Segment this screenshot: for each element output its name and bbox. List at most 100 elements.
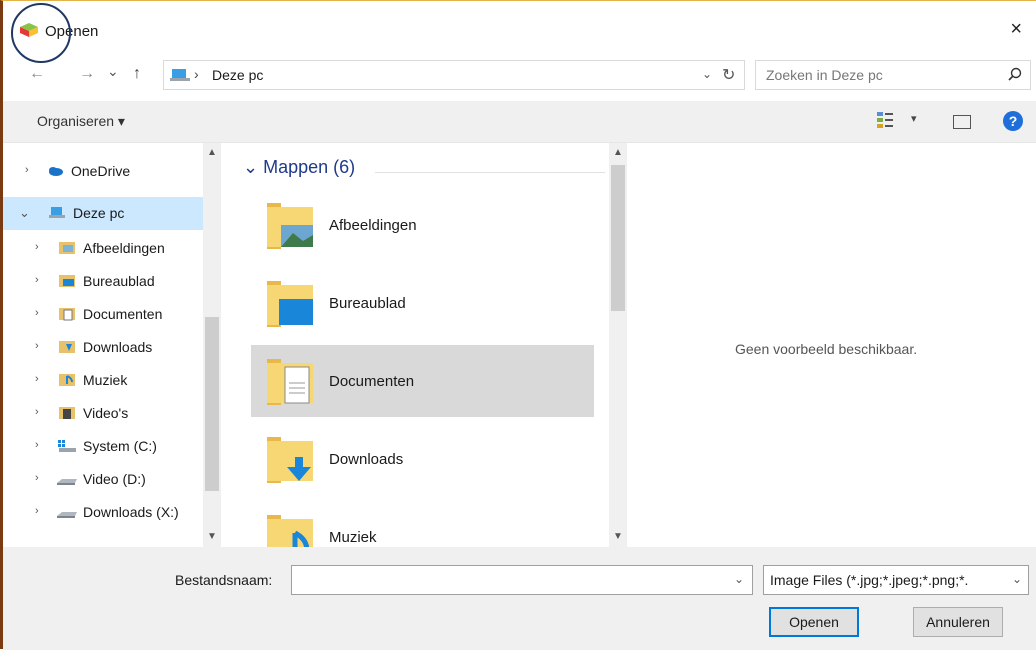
recent-locations-button[interactable]: ⌄ xyxy=(107,63,119,80)
music-folder-icon xyxy=(267,515,313,547)
sidebar-item-downloads[interactable]: › Downloads xyxy=(3,331,203,364)
pc-icon xyxy=(49,207,65,218)
breadcrumb-deze-pc[interactable]: Deze pc xyxy=(212,67,263,83)
downloads-icon xyxy=(59,341,75,353)
organise-menu[interactable]: Organiseren ▾ xyxy=(37,113,125,130)
folder-label: Downloads xyxy=(329,451,404,468)
desktop-icon xyxy=(59,275,75,287)
sidebar-item-label: Downloads xyxy=(83,339,153,355)
chevron-right-icon[interactable]: › xyxy=(35,505,39,517)
chevron-right-icon[interactable]: › xyxy=(35,373,39,385)
folder-label: Afbeeldingen xyxy=(329,217,417,234)
sidebar-item-muziek[interactable]: › Muziek xyxy=(3,364,203,397)
open-button[interactable]: Openen xyxy=(769,607,859,637)
folder-item-documenten[interactable]: Documenten xyxy=(251,345,594,417)
scrollbar-thumb[interactable] xyxy=(611,165,625,311)
sidebar-item-videos[interactable]: › Video's xyxy=(3,397,203,430)
pictures-icon xyxy=(59,242,75,254)
search-icon[interactable] xyxy=(1008,67,1022,81)
sidebar-item-system-c[interactable]: › System (C:) xyxy=(3,430,203,463)
scroll-down-icon[interactable]: ▼ xyxy=(613,531,623,542)
video-icon xyxy=(59,407,75,419)
scroll-down-icon[interactable]: ▼ xyxy=(207,531,217,542)
help-icon[interactable]: ? xyxy=(1003,111,1023,131)
chevron-down-icon[interactable]: ⌄ xyxy=(702,67,712,81)
sidebar-item-afbeeldingen[interactable]: › Afbeeldingen xyxy=(3,232,203,265)
forward-button[interactable]: → xyxy=(79,65,95,83)
drive-icon xyxy=(57,479,77,485)
group-header-mappen[interactable]: ⌄ Mappen (6) xyxy=(243,157,355,178)
scroll-up-icon[interactable]: ▲ xyxy=(207,147,217,158)
folder-item-downloads[interactable]: Downloads xyxy=(251,423,594,495)
chevron-right-icon[interactable]: › xyxy=(35,241,39,253)
chevron-right-icon[interactable]: › xyxy=(35,340,39,352)
sidebar-item-label: Bureaublad xyxy=(83,273,155,289)
chevron-right-icon[interactable]: › xyxy=(35,472,39,484)
pc-icon xyxy=(170,69,190,81)
chevron-right-icon[interactable]: › xyxy=(35,307,39,319)
chevron-down-icon[interactable]: ⌄ xyxy=(1012,572,1022,586)
sidebar-item-documenten[interactable]: › Documenten xyxy=(3,298,203,331)
dialog-footer: Bestandsnaam: ⌄ Image Files (*.jpg;*.jpe… xyxy=(3,547,1036,650)
folder-label: Bureaublad xyxy=(329,295,406,312)
chevron-right-icon[interactable]: › xyxy=(35,406,39,418)
back-button[interactable]: ← xyxy=(29,65,45,83)
up-button[interactable]: ↑ xyxy=(133,65,141,83)
open-dialog: Openen × ← → ⌄ ↑ › Deze pc ⌄ ↻ Zoeken in… xyxy=(0,0,1036,650)
sidebar-item-label: Downloads (X:) xyxy=(83,504,179,520)
sidebar-item-label: OneDrive xyxy=(71,163,131,179)
address-bar[interactable]: › Deze pc ⌄ ↻ xyxy=(163,60,745,90)
file-type-select[interactable]: Image Files (*.jpg;*.jpeg;*.png;*. ⌄ xyxy=(763,565,1029,595)
folder-item-afbeeldingen[interactable]: Afbeeldingen xyxy=(251,189,594,261)
chevron-right-icon[interactable]: › xyxy=(35,274,39,286)
folder-item-muziek[interactable]: Muziek xyxy=(251,501,594,547)
cancel-button[interactable]: Annuleren xyxy=(913,607,1003,637)
sidebar-item-downloads-x[interactable]: › Downloads (X:) xyxy=(3,496,203,529)
sidebar-item-deze-pc[interactable]: ⌄ Deze pc xyxy=(3,197,203,230)
sidebar-item-label: Muziek xyxy=(83,372,128,388)
sidebar-item-bureaublad[interactable]: › Bureaublad xyxy=(3,265,203,298)
preview-message: Geen voorbeeld beschikbaar. xyxy=(735,341,918,357)
documents-folder-icon xyxy=(267,359,313,405)
onedrive-icon xyxy=(49,167,63,176)
view-dropdown-icon[interactable]: ▾ xyxy=(911,112,917,125)
filename-input[interactable]: ⌄ xyxy=(291,565,753,595)
highlight-circle xyxy=(11,3,71,63)
sidebar-item-label: Documenten xyxy=(83,306,163,322)
close-button[interactable]: × xyxy=(1010,19,1022,39)
chevron-down-icon[interactable]: ⌄ xyxy=(734,572,744,586)
group-divider xyxy=(375,172,605,173)
sidebar-item-label: Video (D:) xyxy=(83,471,146,487)
pictures-folder-icon xyxy=(267,203,313,249)
folder-label: Documenten xyxy=(329,373,415,390)
scroll-up-icon[interactable]: ▲ xyxy=(613,147,623,158)
scrollbar-thumb[interactable] xyxy=(205,317,219,491)
preview-pane-icon[interactable] xyxy=(953,115,971,129)
drive-icon xyxy=(57,512,77,518)
refresh-button[interactable]: ↻ xyxy=(722,65,735,85)
sidebar-item-onedrive[interactable]: › OneDrive xyxy=(3,155,203,188)
command-bar: Organiseren ▾ ▾ ? xyxy=(3,101,1036,143)
sidebar-item-label: System (C:) xyxy=(83,438,157,454)
sidebar-item-label: Video's xyxy=(83,405,129,421)
navigation-pane: › OneDrive ⌄ Deze pc › Afbeeldingen › Bu… xyxy=(3,143,221,547)
folder-label: Muziek xyxy=(329,529,377,546)
folder-item-bureaublad[interactable]: Bureaublad xyxy=(251,267,594,339)
file-list-scrollbar[interactable]: ▲ ▼ xyxy=(609,143,627,547)
chevron-down-icon[interactable]: ⌄ xyxy=(19,205,30,221)
sidebar-item-label: Deze pc xyxy=(73,205,125,221)
music-icon xyxy=(59,374,75,386)
chevron-right-icon[interactable]: › xyxy=(25,164,29,176)
title-bar: Openen × xyxy=(3,1,1036,63)
search-placeholder: Zoeken in Deze pc xyxy=(766,67,883,83)
sidebar-item-label: Afbeeldingen xyxy=(83,240,165,256)
sidebar-item-video-d[interactable]: › Video (D:) xyxy=(3,463,203,496)
navigation-scrollbar[interactable]: ▲ ▼ xyxy=(203,143,221,547)
view-options-icon[interactable] xyxy=(877,111,893,129)
navigation-bar: ← → ⌄ ↑ › Deze pc ⌄ ↻ Zoeken in Deze pc xyxy=(3,55,1036,95)
file-type-value: Image Files (*.jpg;*.jpeg;*.png;*. xyxy=(770,572,969,588)
chevron-right-icon[interactable]: › xyxy=(35,439,39,451)
search-input[interactable]: Zoeken in Deze pc xyxy=(755,60,1031,90)
preview-pane: Geen voorbeeld beschikbaar. xyxy=(627,143,1036,547)
documents-icon xyxy=(59,308,75,321)
